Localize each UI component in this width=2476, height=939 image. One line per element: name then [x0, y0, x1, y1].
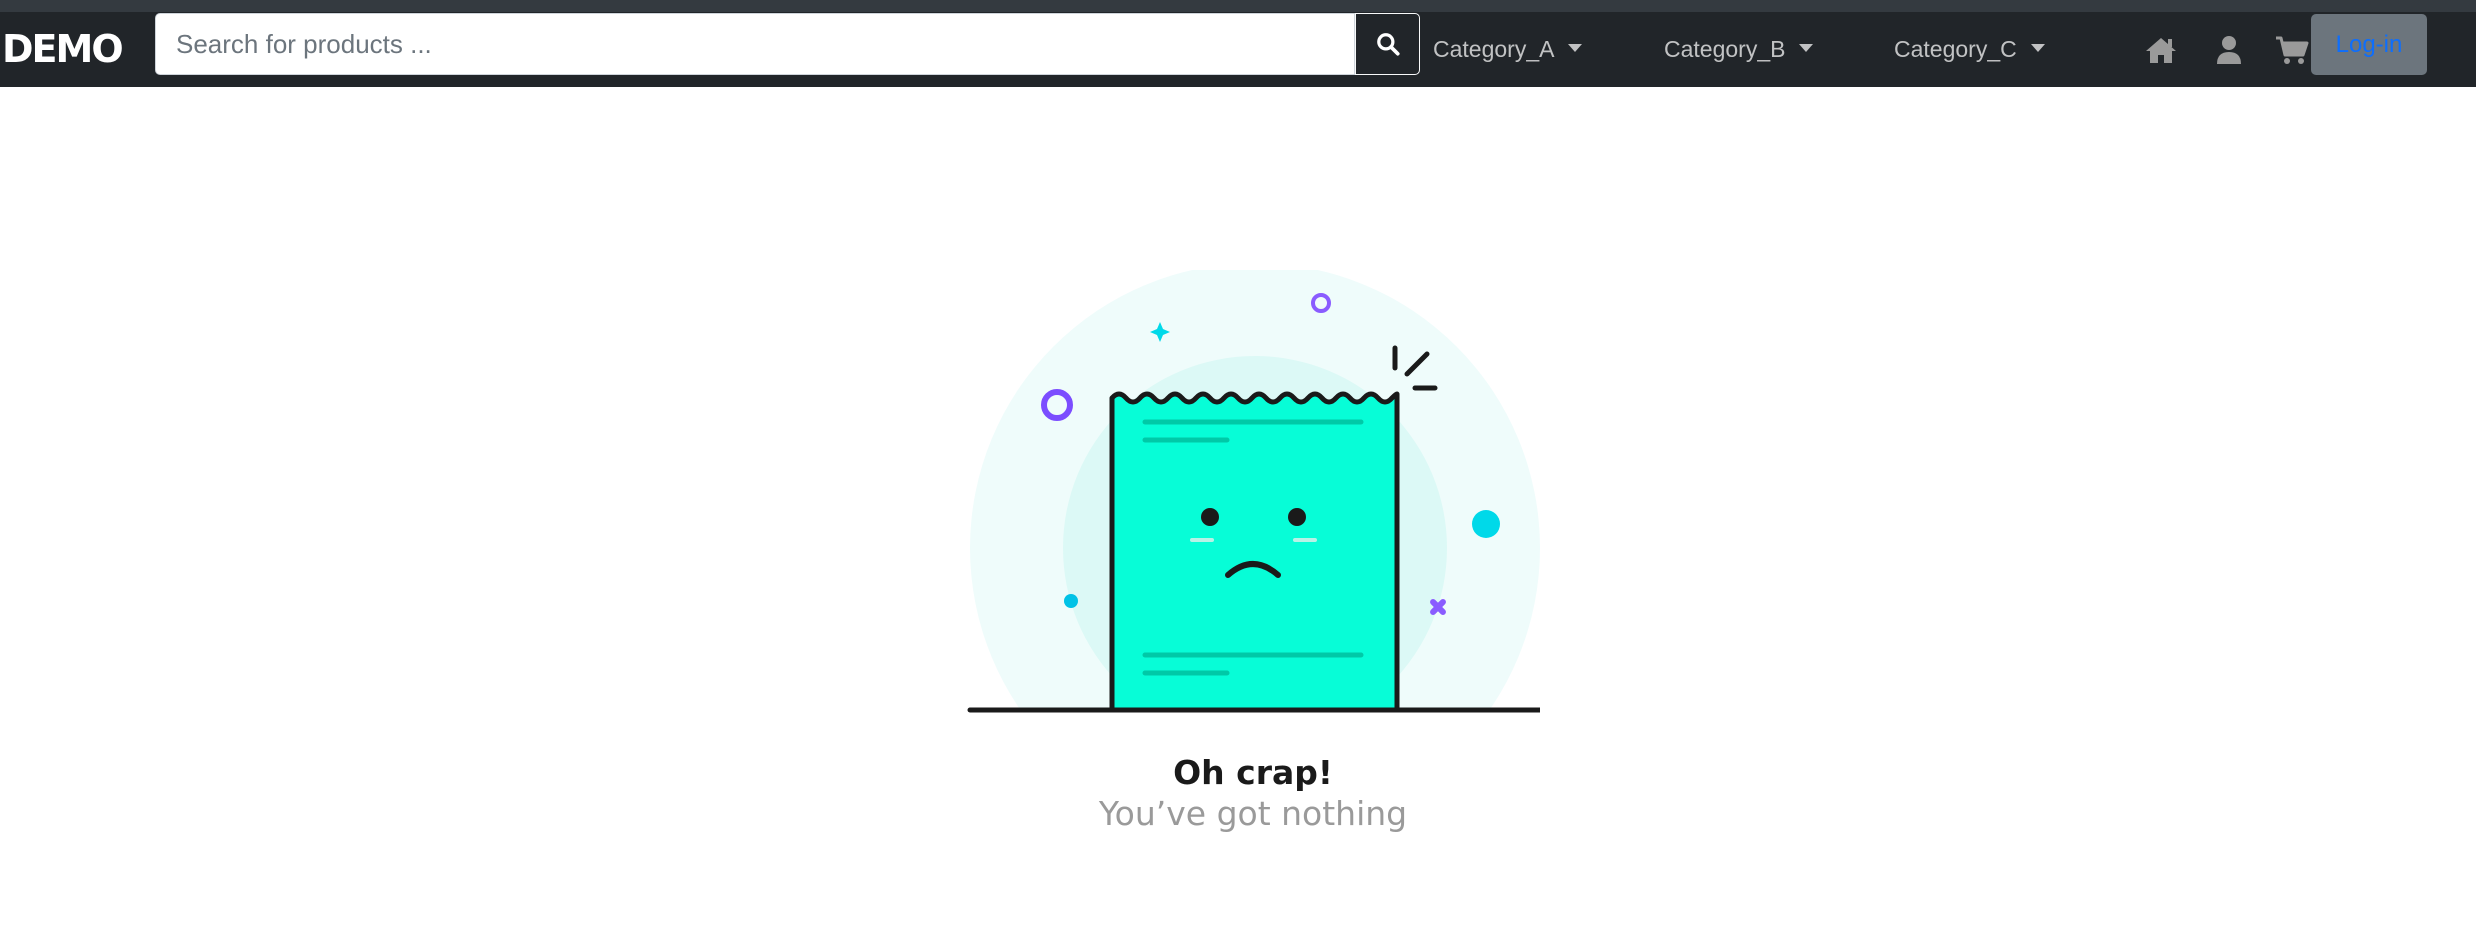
category-b-label: Category_B — [1664, 36, 1786, 62]
category-a-label: Category_A — [1433, 36, 1555, 62]
right-eye — [1288, 508, 1306, 526]
brand-logo[interactable]: DEMO — [2, 12, 124, 87]
category-b-dropdown[interactable]: Category_B — [1664, 12, 1814, 87]
home-icon — [2146, 37, 2176, 63]
empty-state-title: Oh crap! — [1173, 753, 1333, 792]
cyan-dot-right — [1472, 510, 1500, 538]
login-button[interactable]: Log-in — [2311, 14, 2427, 75]
caret-down-icon — [1799, 43, 1814, 52]
top-strip — [0, 0, 2476, 12]
cyan-dot-left — [1064, 594, 1078, 608]
search-icon — [1376, 33, 1400, 56]
category-c-dropdown[interactable]: Category_C — [1894, 12, 2045, 87]
account-link[interactable] — [2214, 12, 2244, 87]
category-c-label: Category_C — [1894, 36, 2017, 62]
search-button[interactable] — [1355, 13, 1420, 75]
empty-state-illustration — [965, 263, 1543, 833]
caret-down-icon — [2030, 43, 2045, 52]
empty-state-subtitle: You’ve got nothing — [1098, 794, 1408, 833]
user-icon — [2217, 35, 2241, 64]
category-a-dropdown[interactable]: Category_A — [1433, 12, 1583, 87]
cart-link[interactable] — [2274, 12, 2310, 87]
cart-icon — [2276, 36, 2309, 64]
caret-down-icon — [1568, 43, 1583, 52]
home-link[interactable] — [2143, 12, 2179, 87]
search-input[interactable] — [155, 13, 1355, 75]
search-bar — [155, 13, 1420, 75]
left-eye — [1201, 508, 1219, 526]
